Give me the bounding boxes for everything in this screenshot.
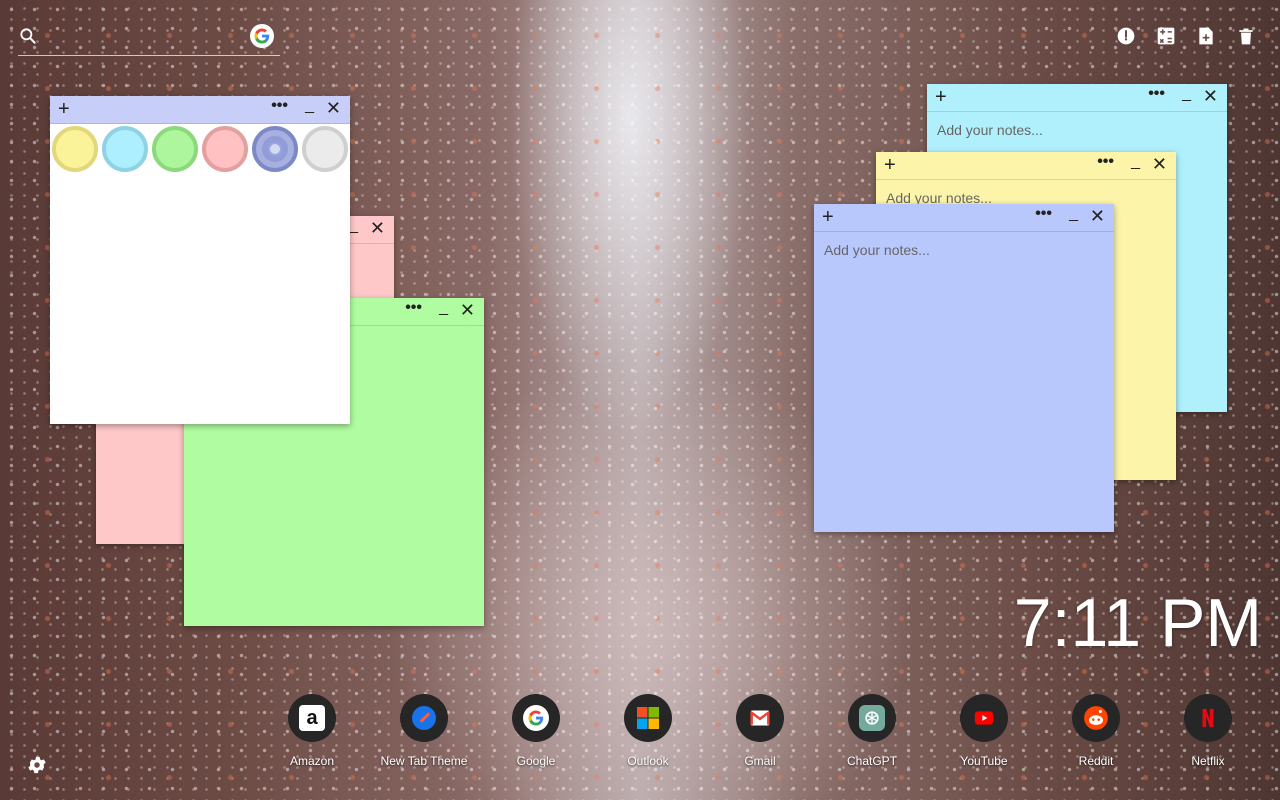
- close-button[interactable]: ✕: [1090, 207, 1105, 225]
- more-options-button[interactable]: •••: [271, 98, 288, 114]
- note-header[interactable]: + ••• _ ✕: [50, 96, 350, 124]
- trash-icon[interactable]: [1236, 24, 1256, 48]
- shortcut-new-tab-theme[interactable]: New Tab Theme: [374, 694, 474, 768]
- sticky-note-blue[interactable]: + ••• _ ✕: [814, 204, 1114, 532]
- swatch-indigo[interactable]: [252, 126, 298, 172]
- youtube-icon: [960, 694, 1008, 742]
- shortcut-amazon[interactable]: a Amazon: [262, 694, 362, 768]
- shortcut-chatgpt[interactable]: ChatGPT: [822, 694, 922, 768]
- shortcut-google[interactable]: Google: [486, 694, 586, 768]
- google-g-icon[interactable]: [250, 24, 274, 48]
- timer-icon[interactable]: [1116, 24, 1136, 48]
- shortcut-label: Reddit: [1078, 754, 1114, 768]
- shortcut-label: Google: [516, 754, 556, 768]
- sticky-note-color-picker[interactable]: + ••• _ ✕: [50, 96, 350, 424]
- more-options-button[interactable]: •••: [1097, 154, 1114, 170]
- more-options-button[interactable]: •••: [405, 300, 422, 316]
- shortcut-dock: a Amazon New Tab Theme Google Outlook Gm…: [284, 694, 1236, 774]
- minimize-button[interactable]: _: [305, 98, 314, 114]
- swatch-cyan[interactable]: [102, 126, 148, 172]
- minimize-button[interactable]: _: [1069, 206, 1078, 222]
- shortcut-youtube[interactable]: YouTube: [934, 694, 1034, 768]
- close-button[interactable]: ✕: [326, 99, 341, 117]
- microsoft-icon: [624, 694, 672, 742]
- note-header[interactable]: + ••• _ ✕: [876, 152, 1176, 180]
- more-options-button[interactable]: •••: [1035, 206, 1052, 222]
- more-options-button[interactable]: •••: [1148, 86, 1165, 102]
- swatch-gray[interactable]: [302, 126, 348, 172]
- google-icon: [512, 694, 560, 742]
- amazon-icon: a: [288, 694, 336, 742]
- shortcut-netflix[interactable]: Netflix: [1158, 694, 1258, 768]
- shortcut-gmail[interactable]: Gmail: [710, 694, 810, 768]
- reddit-icon: [1072, 694, 1120, 742]
- shortcut-label: Outlook: [627, 754, 669, 768]
- close-button[interactable]: ✕: [1152, 155, 1167, 173]
- swatch-pink[interactable]: [202, 126, 248, 172]
- add-note-button[interactable]: +: [58, 99, 70, 119]
- close-button[interactable]: ✕: [460, 301, 475, 319]
- shortcut-label: YouTube: [960, 754, 1008, 768]
- minimize-button[interactable]: _: [1182, 86, 1191, 102]
- chatgpt-icon: [848, 694, 896, 742]
- shortcut-label: Netflix: [1191, 754, 1225, 768]
- shortcut-outlook[interactable]: Outlook: [598, 694, 698, 768]
- minimize-button[interactable]: _: [1131, 154, 1140, 170]
- shortcut-label: ChatGPT: [846, 754, 897, 768]
- search-bar: [18, 24, 280, 56]
- color-swatch-row: [50, 124, 350, 174]
- gmail-icon: [736, 694, 784, 742]
- new-tab-theme-icon: [400, 694, 448, 742]
- minimize-button[interactable]: _: [439, 300, 448, 316]
- shortcut-label: New Tab Theme: [380, 754, 468, 768]
- netflix-icon: [1184, 694, 1232, 742]
- close-button[interactable]: ✕: [1203, 87, 1218, 105]
- close-button[interactable]: ✕: [370, 219, 385, 237]
- note-header[interactable]: + ••• _ ✕: [814, 204, 1114, 232]
- gear-icon[interactable]: [26, 754, 48, 776]
- shortcut-label: Gmail: [744, 754, 776, 768]
- swatch-yellow[interactable]: [52, 126, 98, 172]
- top-toolbar: [1116, 24, 1256, 48]
- add-note-button[interactable]: +: [884, 155, 896, 175]
- calculator-icon[interactable]: [1156, 24, 1176, 48]
- search-icon[interactable]: [18, 26, 38, 46]
- shortcut-label: Amazon: [289, 754, 335, 768]
- new-note-icon[interactable]: [1196, 24, 1216, 48]
- shortcut-reddit[interactable]: Reddit: [1046, 694, 1146, 768]
- search-input[interactable]: [44, 24, 244, 50]
- clock: 7:11 PM: [1013, 585, 1262, 661]
- swatch-green[interactable]: [152, 126, 198, 172]
- minimize-button[interactable]: _: [349, 218, 358, 234]
- add-note-button[interactable]: +: [935, 87, 947, 107]
- note-textarea[interactable]: [824, 242, 1104, 512]
- note-header[interactable]: + ••• _ ✕: [927, 84, 1227, 112]
- add-note-button[interactable]: +: [822, 207, 834, 227]
